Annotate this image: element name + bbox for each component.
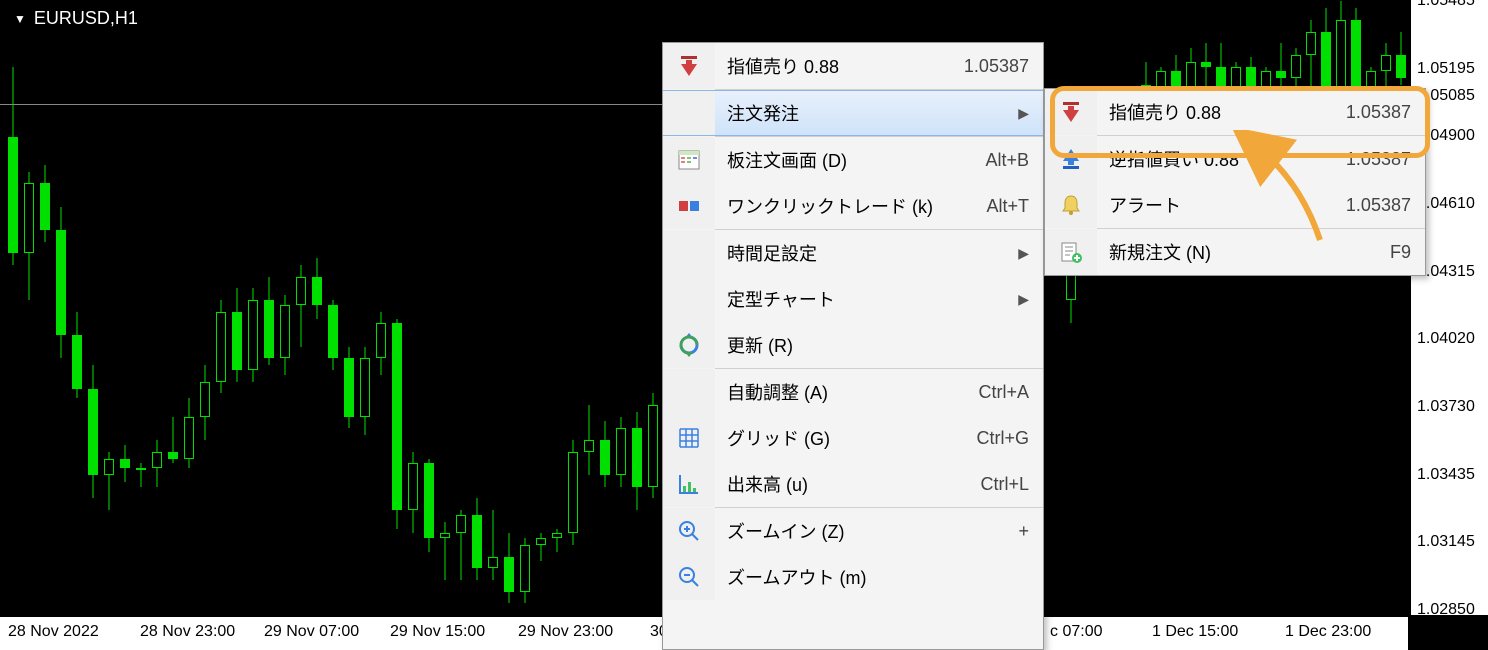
menu-item-shortcut: Alt+T	[980, 196, 1029, 217]
sell-arrow-down-icon	[1045, 89, 1097, 135]
menu-item-label: グリッド (G)	[715, 425, 970, 451]
context-menu-item[interactable]: グリッド (G)Ctrl+G	[663, 415, 1043, 461]
x-tick: 29 Nov 23:00	[518, 623, 613, 641]
zoom-out-icon	[663, 554, 715, 600]
menu-item-label: 新規注文 (N)	[1097, 239, 1384, 265]
menu-item-shortcut: Ctrl+G	[970, 428, 1029, 449]
context-menu-item[interactable]: ズームアウト (m)	[663, 554, 1043, 600]
context-menu-item[interactable]: ワンクリックトレード (k)Alt+T	[663, 183, 1043, 229]
y-tick: 1.02850	[1417, 601, 1475, 619]
menu-item-shortcut: +	[1012, 521, 1029, 542]
context-menu-item[interactable]: 定型チャート▶	[663, 276, 1043, 322]
submenu-item[interactable]: アラート1.05387	[1045, 182, 1425, 228]
y-tick: 1.05485	[1417, 0, 1475, 10]
menu-item-label: 指値売り 0.88	[1097, 99, 1340, 125]
submenu-item[interactable]: 逆指値買い 0.881.05387	[1045, 136, 1425, 182]
menu-item-label: 時間足設定	[715, 240, 1018, 266]
submenu-item[interactable]: 新規注文 (N)F9	[1045, 229, 1425, 275]
context-menu-item[interactable]: 板注文画面 (D)Alt+B	[663, 137, 1043, 183]
x-tick: 29 Nov 15:00	[390, 623, 485, 641]
y-tick: 1.03145	[1417, 533, 1475, 551]
menu-item-label: 注文発注	[715, 100, 1018, 126]
context-menu-item[interactable]: ズームイン (Z)+	[663, 508, 1043, 554]
y-tick: 1.03730	[1417, 398, 1475, 416]
y-tick: 1.05195	[1417, 60, 1475, 78]
submenu-arrow-icon: ▶	[1018, 105, 1029, 122]
menu-item-label: 出来高 (u)	[715, 471, 974, 497]
x-tick: 1 Dec 15:00	[1152, 623, 1238, 641]
blank-icon	[663, 276, 715, 322]
menu-item-label: アラート	[1097, 192, 1340, 218]
order-submenu[interactable]: 指値売り 0.881.05387逆指値買い 0.881.05387アラート1.0…	[1044, 88, 1426, 276]
context-menu-item[interactable]: 時間足設定▶	[663, 230, 1043, 276]
menu-item-label: ズームイン (Z)	[715, 518, 1012, 544]
context-menu-item[interactable]: 更新 (R)	[663, 322, 1043, 368]
y-tick: 1.04020	[1417, 330, 1475, 348]
chart-context-menu[interactable]: 指値売り 0.881.05387注文発注▶板注文画面 (D)Alt+Bワンクリッ…	[662, 42, 1044, 650]
alert-bell-icon	[1045, 182, 1097, 228]
menu-item-shortcut: 1.05387	[1340, 195, 1411, 216]
zoom-in-icon	[663, 508, 715, 554]
menu-item-label: ワンクリックトレード (k)	[715, 193, 980, 219]
x-tick: 29 Nov 07:00	[264, 623, 359, 641]
menu-item-label: 指値売り 0.88	[715, 53, 958, 79]
context-menu-item[interactable]: 出来高 (u)Ctrl+L	[663, 461, 1043, 507]
menu-item-shortcut: Alt+B	[979, 150, 1029, 171]
new-order-icon	[1045, 229, 1097, 275]
x-tick: 28 Nov 23:00	[140, 623, 235, 641]
submenu-arrow-icon: ▶	[1018, 245, 1029, 262]
context-menu-item[interactable]: 自動調整 (A)Ctrl+A	[663, 369, 1043, 415]
menu-item-label: ズームアウト (m)	[715, 564, 1023, 590]
menu-item-label: 定型チャート	[715, 286, 1018, 312]
menu-item-shortcut: 1.05387	[1340, 149, 1411, 170]
menu-item-shortcut: F9	[1384, 242, 1411, 263]
menu-item-shortcut: 1.05387	[1340, 102, 1411, 123]
refresh-icon	[663, 322, 715, 368]
x-tick: 1 Dec 23:00	[1285, 623, 1371, 641]
submenu-arrow-icon: ▶	[1018, 291, 1029, 308]
context-menu-item[interactable]: 注文発注▶	[663, 90, 1043, 136]
menu-item-shortcut: 1.05387	[958, 56, 1029, 77]
menu-item-label: 逆指値買い 0.88	[1097, 146, 1340, 172]
submenu-item[interactable]: 指値売り 0.881.05387	[1045, 89, 1425, 135]
menu-item-label: 板注文画面 (D)	[715, 147, 979, 173]
blank-icon	[663, 369, 715, 415]
menu-item-label: 自動調整 (A)	[715, 379, 972, 405]
x-tick: 28 Nov 2022	[8, 623, 99, 641]
grid-icon	[663, 415, 715, 461]
blank-icon	[663, 91, 715, 135]
menu-item-shortcut: Ctrl+L	[974, 474, 1029, 495]
menu-item-label: 更新 (R)	[715, 332, 1029, 358]
context-menu-item[interactable]: 指値売り 0.881.05387	[663, 43, 1043, 89]
buy-arrow-up-icon	[1045, 136, 1097, 182]
y-tick: 1.03435	[1417, 466, 1475, 484]
blank-icon	[663, 230, 715, 276]
menu-item-shortcut: Ctrl+A	[972, 382, 1029, 403]
volume-icon	[663, 461, 715, 507]
order-book-icon	[663, 137, 715, 183]
one-click-icon	[663, 183, 715, 229]
x-tick: c 07:00	[1050, 623, 1102, 641]
sell-arrow-down-icon	[663, 43, 715, 89]
